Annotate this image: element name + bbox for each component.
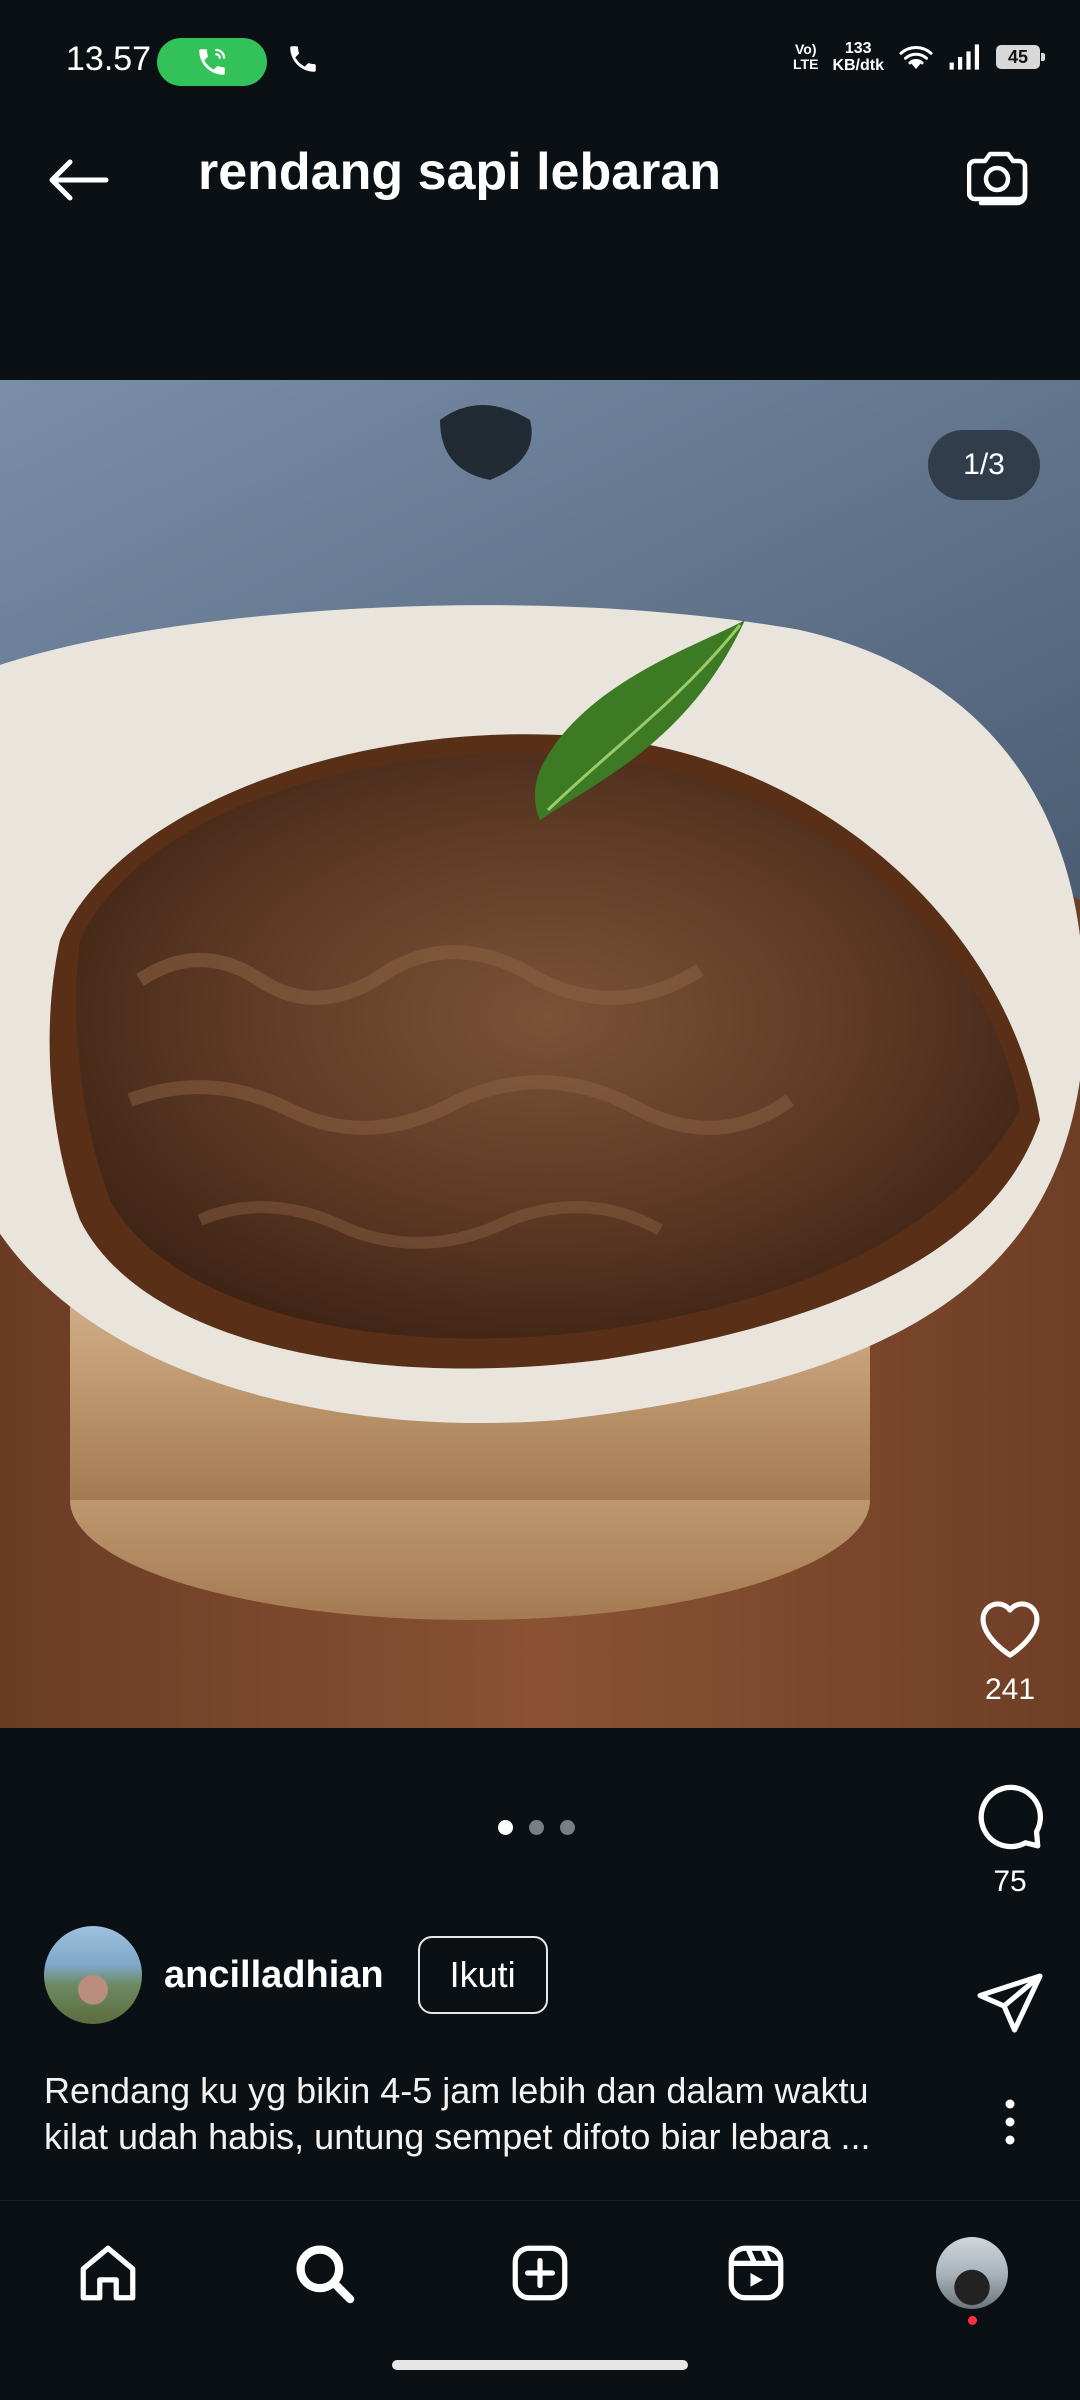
notification-dot <box>968 2316 977 2325</box>
camera-icon <box>967 151 1028 206</box>
comment-action: 75 <box>940 1778 1080 1899</box>
comment-bubble-icon <box>978 1784 1043 1850</box>
search-icon <box>296 2245 355 2304</box>
post-caption[interactable]: Rendang ku yg bikin 4-5 jam lebih dan da… <box>44 2068 944 2160</box>
caption-line-2: kilat udah habis, untung sempet difoto b… <box>44 2116 871 2157</box>
more-options-button[interactable] <box>992 2092 1028 2152</box>
nav-reels[interactable] <box>716 2233 796 2313</box>
status-right-group: Vo) LTE 133 KB/dtk 45 <box>793 40 1045 74</box>
caption-line-1: Rendang ku yg bikin 4-5 jam lebih dan da… <box>44 2070 869 2111</box>
bottom-navigation <box>0 2200 1080 2341</box>
author-avatar[interactable] <box>44 1926 142 2024</box>
network-speed: 133 KB/dtk <box>832 40 884 74</box>
like-action: 241 <box>940 1590 1080 1707</box>
top-app-bar: rendang sapi lebaran <box>0 110 1080 230</box>
add-post-icon <box>512 2245 568 2301</box>
comment-button[interactable] <box>972 1778 1048 1857</box>
reels-icon <box>728 2245 784 2301</box>
post-image[interactable] <box>0 380 1080 1728</box>
signal-icon <box>949 44 979 70</box>
home-indicator[interactable] <box>392 2360 688 2370</box>
back-button[interactable] <box>38 140 118 220</box>
nav-search[interactable] <box>284 2233 364 2313</box>
send-icon <box>977 1973 1043 2033</box>
phone-wave-icon <box>199 48 226 75</box>
heart-icon <box>980 1601 1040 1658</box>
status-time: 13.57 <box>66 40 152 78</box>
camera-button[interactable] <box>960 138 1040 218</box>
follow-button[interactable]: Ikuti <box>417 1936 548 2014</box>
status-bar: 13.57 Vo) LTE 133 KB/dtk 45 <box>0 0 1080 95</box>
volte-indicator: Vo) LTE <box>793 41 819 72</box>
comment-count[interactable]: 75 <box>993 1865 1026 1899</box>
battery-indicator: 45 <box>996 45 1045 69</box>
carousel-dot-1 <box>498 1820 513 1835</box>
nav-home[interactable] <box>68 2233 148 2313</box>
like-count[interactable]: 241 <box>985 1673 1035 1707</box>
like-button[interactable] <box>972 1590 1048 1665</box>
rendang-photo <box>0 380 1080 1728</box>
more-vertical-icon <box>1005 2099 1015 2145</box>
arrow-left-icon <box>49 159 109 201</box>
author-row: ancilladhian Ikuti <box>44 1926 548 2024</box>
carousel-dot-3 <box>560 1820 575 1835</box>
carousel-indicator <box>498 1820 575 1835</box>
wifi-icon <box>899 46 933 69</box>
nav-profile[interactable] <box>932 2233 1012 2325</box>
page-title: rendang sapi lebaran <box>198 143 722 201</box>
nav-create[interactable] <box>500 2233 580 2313</box>
carousel-dot-2 <box>529 1820 544 1835</box>
share-action <box>940 1970 1080 2041</box>
phone-icon <box>286 42 320 81</box>
home-icon <box>80 2245 136 2301</box>
author-username[interactable]: ancilladhian <box>164 1954 384 1997</box>
ongoing-call-pill[interactable] <box>157 38 267 86</box>
profile-avatar <box>936 2237 1008 2309</box>
share-button[interactable] <box>974 1970 1046 2041</box>
image-counter: 1/3 <box>928 430 1040 500</box>
